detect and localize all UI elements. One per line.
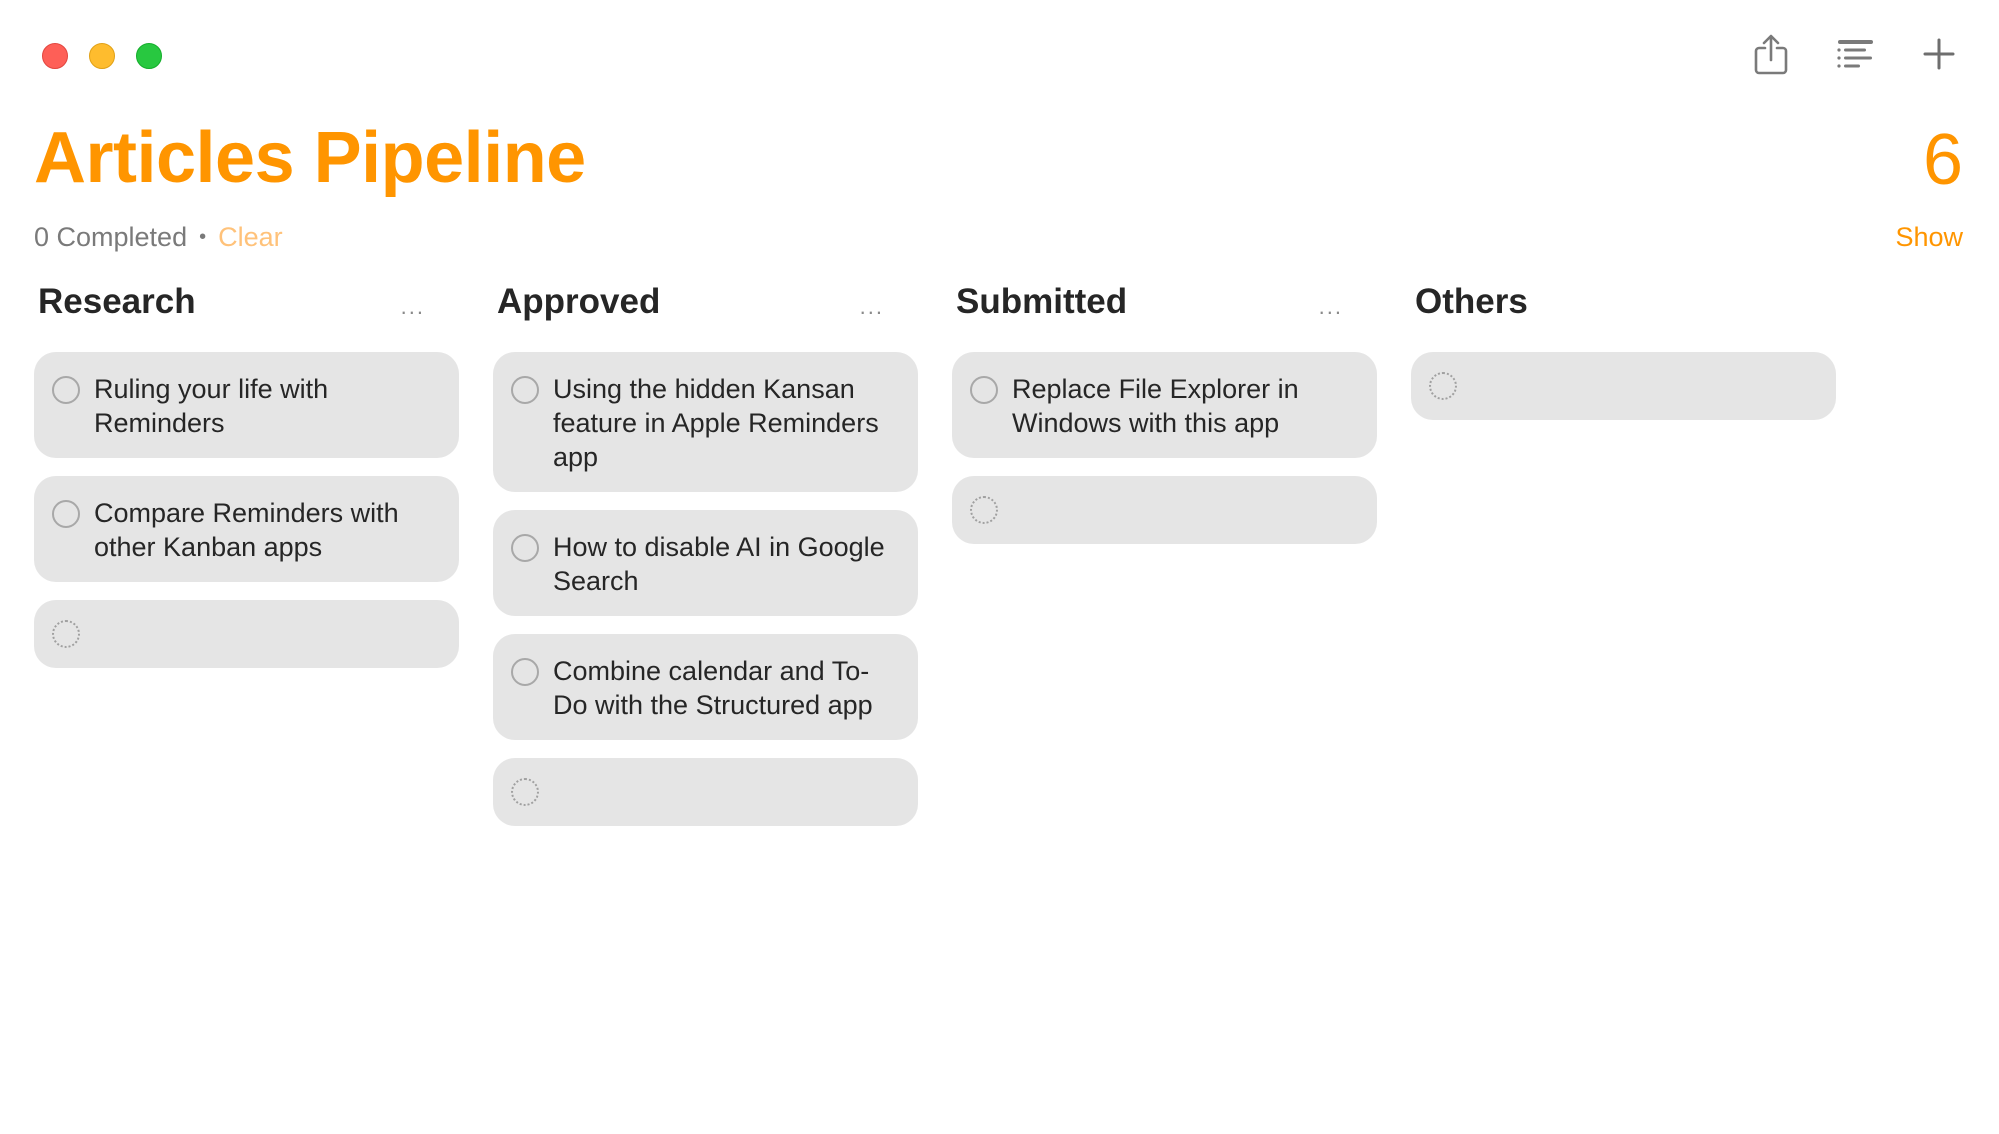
column-more-icon[interactable]: ... [860,296,914,318]
reminder-title: Combine calendar and To-Do with the Stru… [553,656,873,720]
column-header: Submitted... [952,278,1377,326]
share-icon [1754,34,1788,75]
complete-checkbox[interactable] [511,658,539,686]
column-others: Others [1411,278,1836,844]
clear-completed-button[interactable]: Clear [218,222,283,253]
column-header: Research... [34,278,459,326]
complete-checkbox[interactable] [52,500,80,528]
new-reminder-card[interactable] [493,758,918,826]
show-completed-button[interactable]: Show [1895,222,1963,253]
column-title[interactable]: Research [38,282,196,322]
new-reminder-circle-icon [970,496,998,524]
reminder-title: Compare Reminders with other Kanban apps [94,498,399,562]
list-title: Articles Pipeline [34,118,586,198]
column-title[interactable]: Submitted [956,282,1127,322]
reminder-title: Using the hidden Kansan feature in Apple… [553,374,879,472]
reminder-card[interactable]: Replace File Explorer in Windows with th… [952,352,1377,458]
reminder-title: Replace File Explorer in Windows with th… [1012,374,1299,438]
new-reminder-card[interactable] [34,600,459,668]
view-options-button[interactable] [1835,30,1875,78]
complete-checkbox[interactable] [970,376,998,404]
column-approved: Approved... Using the hidden Kansan featu… [493,278,918,844]
share-button[interactable] [1751,30,1791,78]
reminder-card[interactable]: Combine calendar and To-Do with the Stru… [493,634,918,740]
separator-dot: • [199,226,207,248]
kanban-board: Research... Ruling your life with Reminde… [34,278,1836,844]
new-reminder-circle-icon [52,620,80,648]
maximize-window-button[interactable] [136,43,162,69]
complete-checkbox[interactable] [511,376,539,404]
reminder-count: 6 [1922,120,1963,200]
add-button[interactable] [1919,30,1959,78]
new-reminder-card[interactable] [1411,352,1836,420]
list-icon [1837,40,1873,68]
reminder-card[interactable]: Compare Reminders with other Kanban apps [34,476,459,582]
minimize-window-button[interactable] [89,43,115,69]
complete-checkbox[interactable] [52,376,80,404]
new-reminder-card[interactable] [952,476,1377,544]
close-window-button[interactable] [42,43,68,69]
window-controls [42,43,162,69]
plus-icon [1923,38,1955,70]
new-reminder-circle-icon [511,778,539,806]
completed-count: 0 Completed [34,222,188,252]
reminder-title: Ruling your life with Reminders [94,374,329,438]
completed-summary: 0 Completed • Clear [34,222,283,253]
reminder-card[interactable]: How to disable AI in Google Search [493,510,918,616]
reminder-card[interactable]: Using the hidden Kansan feature in Apple… [493,352,918,492]
column-more-icon[interactable]: ... [1319,296,1373,318]
column-header: Others [1411,278,1836,326]
column-header: Approved... [493,278,918,326]
reminder-card[interactable]: Ruling your life with Reminders [34,352,459,458]
column-title[interactable]: Others [1415,282,1528,322]
column-research: Research... Ruling your life with Reminde… [34,278,459,844]
reminder-title: How to disable AI in Google Search [553,532,885,596]
complete-checkbox[interactable] [511,534,539,562]
column-title[interactable]: Approved [497,282,660,322]
new-reminder-circle-icon [1429,372,1457,400]
column-submitted: Submitted... Replace File Explorer in Win… [952,278,1377,844]
toolbar [1751,30,1959,78]
column-more-icon[interactable]: ... [401,296,455,318]
